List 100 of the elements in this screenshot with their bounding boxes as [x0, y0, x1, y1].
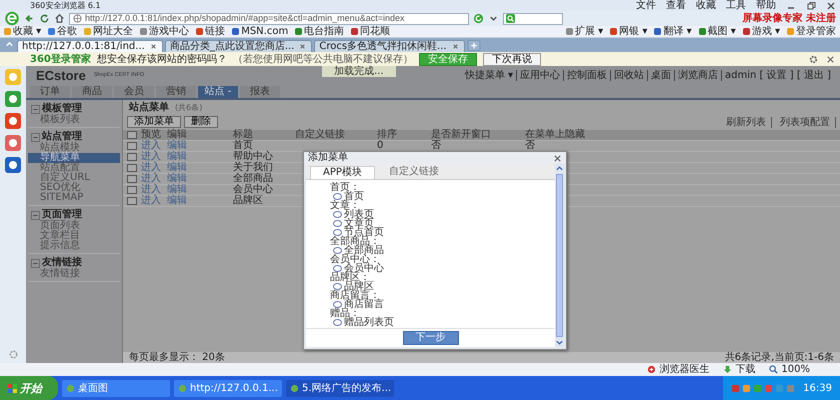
- nav-tab[interactable]: 站点 -: [198, 86, 238, 98]
- browser-tab[interactable]: http://127.0.0.1:81/ind...: [17, 40, 163, 52]
- toolbar-link[interactable]: 刷新列表: [721, 116, 772, 128]
- scrollbar[interactable]: [555, 164, 564, 347]
- radio-option[interactable]: 品牌区: [330, 282, 555, 291]
- search-field[interactable]: [503, 12, 563, 24]
- radio-button[interactable]: [333, 229, 342, 236]
- radio-option[interactable]: 赠品列表页: [330, 318, 555, 327]
- dialog-tab[interactable]: APP模块: [310, 166, 375, 179]
- close-icon[interactable]: [450, 42, 460, 51]
- close-icon[interactable]: [553, 154, 562, 162]
- radio-button[interactable]: [333, 193, 342, 200]
- collapse-icon[interactable]: [31, 132, 40, 142]
- sidebar-item[interactable]: 提示信息: [28, 241, 120, 251]
- toolbar-link[interactable]: 列表项配置: [775, 116, 836, 128]
- edit-link[interactable]: 编辑: [167, 141, 233, 151]
- status-item[interactable]: 浏览器医生: [647, 364, 710, 375]
- taskbar-item[interactable]: 桌面图: [62, 380, 170, 396]
- preview-link[interactable]: 进入: [141, 163, 167, 173]
- select-all-checkbox[interactable]: [127, 131, 137, 139]
- toolbar-link[interactable]: 截图 ▾: [698, 26, 736, 37]
- radio-option[interactable]: 商店留言: [330, 300, 555, 309]
- sidebar-item[interactable]: SITEMAP: [28, 193, 120, 203]
- later-button[interactable]: 下次再说: [482, 52, 541, 66]
- row-checkbox[interactable]: [127, 142, 137, 150]
- toolbar-link[interactable]: 登录管家: [787, 26, 836, 37]
- app-icon[interactable]: [5, 157, 21, 173]
- settings-icon[interactable]: [808, 54, 819, 64]
- refresh-icon[interactable]: [39, 13, 50, 24]
- header-link[interactable]: admin [ 设置 ] [ 退出 ]: [720, 70, 834, 80]
- sidebar-item[interactable]: SEO优化: [28, 183, 120, 193]
- radio-button[interactable]: [333, 211, 342, 218]
- status-item[interactable]: 100%: [769, 364, 810, 375]
- close-icon[interactable]: [298, 42, 308, 51]
- app-icon[interactable]: [5, 135, 21, 151]
- edit-link[interactable]: 编辑: [167, 196, 233, 206]
- taskbar-item[interactable]: 5.网络广告的发布...: [286, 380, 394, 396]
- edit-link[interactable]: 编辑: [167, 152, 233, 162]
- favorite-link[interactable]: 链接: [196, 26, 226, 37]
- next-button[interactable]: 下一步: [402, 331, 458, 345]
- favorite-link[interactable]: 同花顺: [351, 26, 390, 37]
- browser-tab[interactable]: 商品分类_点此设置您商店...: [164, 40, 312, 52]
- toolbar-link[interactable]: 网银 ▾: [610, 26, 648, 37]
- radio-option[interactable]: 全部商品: [330, 246, 555, 255]
- radio-button[interactable]: [333, 319, 342, 326]
- preview-link[interactable]: 进入: [141, 185, 167, 195]
- collapse-icon[interactable]: [31, 210, 40, 220]
- nav-tab[interactable]: 报表: [240, 86, 280, 98]
- menu-item[interactable]: 工具: [726, 0, 746, 11]
- start-button[interactable]: 开始: [0, 376, 58, 400]
- toolbar-link[interactable]: 游戏 ▾: [742, 26, 780, 37]
- app-icon[interactable]: [5, 91, 21, 107]
- toolbar-link[interactable]: 翻译 ▾: [654, 26, 692, 37]
- taskbar-item[interactable]: http://127.0.0.1...: [174, 380, 282, 396]
- new-tab-icon[interactable]: [466, 40, 481, 51]
- edit-link[interactable]: 编辑: [167, 163, 233, 173]
- favorite-link[interactable]: 谷歌: [48, 26, 78, 37]
- sidebar-item[interactable]: 友情链接: [28, 269, 120, 279]
- toolbar-button[interactable]: 删除: [184, 116, 218, 128]
- radio-button[interactable]: [333, 247, 342, 254]
- settings-icon[interactable]: [8, 349, 18, 360]
- radio-option[interactable]: 列表页: [330, 210, 555, 219]
- radio-option[interactable]: 首页: [330, 192, 555, 201]
- sidebar-item[interactable]: 模板列表: [28, 115, 120, 125]
- favorite-link[interactable]: 电台指南: [295, 26, 344, 37]
- favorite-link[interactable]: 收藏 ▾: [4, 26, 42, 37]
- favorite-link[interactable]: 网址大全: [84, 26, 134, 37]
- header-link[interactable]: 回收站: [610, 70, 647, 80]
- favorite-link[interactable]: 游戏中心: [140, 26, 190, 37]
- preview-link[interactable]: 进入: [141, 152, 167, 162]
- browser-tab[interactable]: Crocs多色透气拌扣休闲鞋...: [314, 40, 465, 52]
- row-checkbox[interactable]: [127, 164, 137, 172]
- radio-button[interactable]: [333, 283, 342, 290]
- row-checkbox[interactable]: [127, 197, 137, 205]
- nav-tab[interactable]: 订单: [30, 86, 70, 98]
- row-checkbox[interactable]: [127, 186, 137, 194]
- header-link[interactable]: 浏览商店: [674, 70, 721, 80]
- app-icon[interactable]: [5, 113, 21, 129]
- sidebar-item[interactable]: 自定义URL: [28, 173, 120, 183]
- sidebar-item[interactable]: 文章栏目: [28, 231, 120, 241]
- toolbar-button[interactable]: 添加菜单: [127, 116, 181, 128]
- radio-button[interactable]: [333, 220, 342, 227]
- radio-button[interactable]: [333, 265, 342, 272]
- header-link[interactable]: 应用中心: [516, 70, 563, 80]
- edit-link[interactable]: 编辑: [167, 185, 233, 195]
- sidebar-item[interactable]: 站点模块: [28, 143, 120, 153]
- sidebar-item[interactable]: 站点配置: [28, 163, 120, 173]
- sidebar-item[interactable]: 页面列表: [28, 221, 120, 231]
- collapse-icon[interactable]: [31, 104, 40, 114]
- preview-link[interactable]: 进入: [141, 174, 167, 184]
- close-icon[interactable]: [148, 42, 158, 51]
- nav-tab[interactable]: 会员: [114, 86, 154, 98]
- nav-tab[interactable]: 营销: [156, 86, 196, 98]
- restore-icon[interactable]: [806, 0, 816, 10]
- row-checkbox[interactable]: [127, 153, 137, 161]
- menu-item[interactable]: 收藏: [696, 0, 716, 11]
- sidebar-item[interactable]: 导航菜单: [28, 153, 120, 163]
- home-icon[interactable]: [54, 13, 65, 24]
- scroll-down-icon[interactable]: [555, 338, 564, 347]
- edit-link[interactable]: 编辑: [167, 174, 233, 184]
